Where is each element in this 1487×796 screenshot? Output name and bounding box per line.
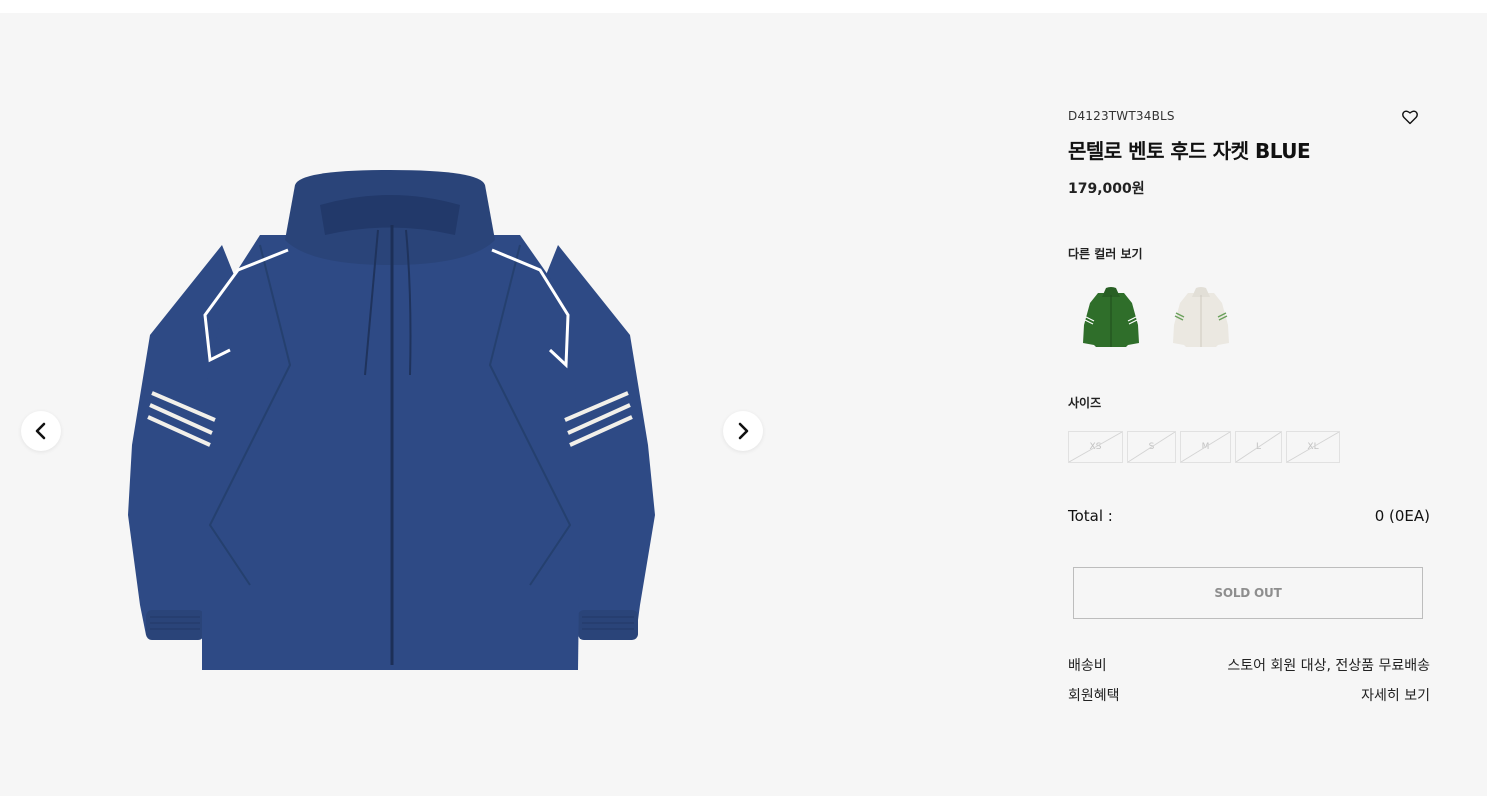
gallery-prev-button[interactable] <box>21 411 61 451</box>
unavailable-slash <box>1069 432 1122 462</box>
unavailable-slash <box>1181 432 1230 462</box>
total-label: Total : <box>1068 507 1113 525</box>
unavailable-slash <box>1236 432 1281 462</box>
gallery-next-button[interactable] <box>723 411 763 451</box>
unavailable-slash <box>1128 432 1175 462</box>
shipping-value: 스토어 회원 대상, 전상품 무료배송 <box>1227 658 1430 674</box>
member-benefit-link[interactable]: 자세히 보기 <box>1361 685 1430 705</box>
color-swatch-ivory[interactable] <box>1166 285 1236 355</box>
chevron-right-icon <box>738 422 749 440</box>
sold-out-button[interactable]: SOLD OUT <box>1073 567 1423 619</box>
unavailable-slash <box>1287 432 1339 462</box>
size-option-s[interactable]: S <box>1127 431 1176 463</box>
product-title: 몬텔로 벤토 후드 자켓 BLUE <box>1068 139 1311 163</box>
other-colors-label: 다른 컬러 보기 <box>1068 247 1143 261</box>
product-price: 179,000원 <box>1068 181 1145 197</box>
product-main-image <box>128 170 655 670</box>
product-sku: D4123TWT34BLS <box>1068 109 1175 123</box>
member-benefit-label: 회원혜택 <box>1068 688 1120 704</box>
color-swatch-green[interactable] <box>1076 285 1146 355</box>
size-option-xs[interactable]: XS <box>1068 431 1123 463</box>
size-option-xl[interactable]: XL <box>1286 431 1340 463</box>
size-label: 사이즈 <box>1068 396 1102 410</box>
chevron-left-icon <box>35 422 46 440</box>
size-option-m[interactable]: M <box>1180 431 1231 463</box>
total-value: 0 (0EA) <box>1374 507 1430 525</box>
heart-icon[interactable] <box>1401 108 1419 126</box>
top-bar <box>0 0 1487 13</box>
size-option-l[interactable]: L <box>1235 431 1282 463</box>
shipping-label: 배송비 <box>1068 658 1107 674</box>
